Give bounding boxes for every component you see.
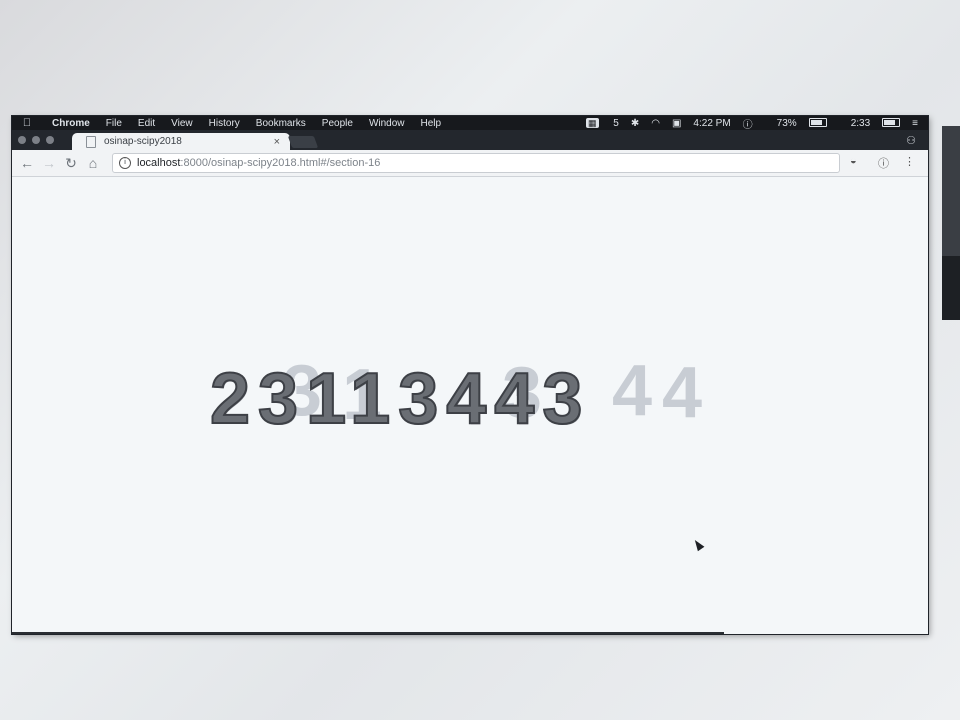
menu-history[interactable]: History <box>209 118 240 129</box>
back-icon[interactable]: ← <box>16 155 38 171</box>
info-extension-icon[interactable]: ⓘ <box>878 155 889 171</box>
notification-count-label: 5 <box>613 117 619 129</box>
side-panel-edge <box>942 126 960 320</box>
menu-edit[interactable]: Edit <box>138 118 155 129</box>
profile-icon[interactable]: ⚇ <box>906 134 916 147</box>
home-icon[interactable]: ⌂ <box>82 155 104 171</box>
extension-icon[interactable]: ◒ <box>850 155 857 167</box>
calendar-icon: ▦ <box>585 117 599 128</box>
browser-window:  Chrome File Edit View History Bookmark… <box>12 116 928 634</box>
page-icon <box>86 135 96 148</box>
tab-osinap-scipy2018[interactable]: osinap-scipy2018 × <box>72 133 290 150</box>
status-area: ▦ 5 ✱ ◠ ▣ 4:22 PM ⓘ 73% 2:33 ≡ <box>562 116 928 131</box>
timer-battery-icon <box>882 118 901 128</box>
ghost-digit-4: 4 <box>612 351 653 431</box>
reload-icon[interactable]: ↻ <box>60 155 82 172</box>
digit-sequence: 3 1 3 4 4 23113443 <box>202 355 742 453</box>
site-info-icon[interactable]: i <box>119 157 131 169</box>
menu-app-chrome[interactable]: Chrome <box>52 118 90 129</box>
mouse-cursor <box>691 537 705 552</box>
macos-menubar:  Chrome File Edit View History Bookmark… <box>12 116 928 131</box>
timer-label: 2:33 <box>850 117 871 129</box>
tab-title: osinap-scipy2018 <box>104 136 182 147</box>
close-window-button[interactable] <box>18 136 26 144</box>
zoom-window-button[interactable] <box>46 136 54 144</box>
minimize-window-button[interactable] <box>32 136 40 144</box>
battery-percent: 73% <box>776 117 797 129</box>
apple-icon[interactable]:  <box>20 117 34 129</box>
chrome-menu-icon[interactable]: ⋮ <box>904 155 915 168</box>
menu-list-icon[interactable]: ≡ <box>912 118 918 129</box>
browser-toolbar: ← → ↻ ⌂ i localhost:8000/osinap-scipy201… <box>12 150 928 177</box>
menu-help[interactable]: Help <box>421 118 442 129</box>
close-tab-icon[interactable]: × <box>274 136 280 148</box>
notification-count[interactable]: ▦ 5 <box>574 117 619 129</box>
timer-status[interactable]: 2:33 <box>839 117 901 129</box>
url-path: :8000/osinap-scipy2018.html#/section-16 <box>180 157 381 169</box>
slide-progress-bar <box>12 632 724 634</box>
digit-string: 23113443 <box>209 359 591 439</box>
battery-icon <box>808 118 827 128</box>
menu-file[interactable]: File <box>106 118 122 129</box>
wifi-icon[interactable]: ◠ <box>651 118 660 129</box>
info-icon[interactable]: ⓘ <box>743 116 753 131</box>
url-host: localhost <box>137 157 181 169</box>
menu-bookmarks[interactable]: Bookmarks <box>256 118 306 129</box>
bluetooth-icon[interactable]: ✱ <box>631 118 639 129</box>
slide-content: 3 1 3 4 4 23113443 ‹ › <box>12 177 928 634</box>
new-tab-button[interactable] <box>287 136 319 148</box>
ghost-digit-5: 4 <box>662 353 703 433</box>
next-slide-arrow[interactable]: › <box>888 632 899 634</box>
previous-slide-arrow[interactable]: ‹ <box>826 632 837 634</box>
window-controls <box>18 136 60 144</box>
menu-view[interactable]: View <box>171 118 193 129</box>
battery-status[interactable]: 73% <box>765 118 827 129</box>
tab-strip: osinap-scipy2018 × ⚇ <box>12 130 928 150</box>
clock-time[interactable]: 4:22 PM <box>693 118 730 129</box>
menu-people[interactable]: People <box>322 118 353 129</box>
address-bar[interactable]: i localhost:8000/osinap-scipy2018.html#/… <box>112 153 840 173</box>
input-source-icon[interactable]: ▣ <box>672 118 681 129</box>
forward-icon[interactable]: → <box>38 155 60 171</box>
menu-window[interactable]: Window <box>369 118 405 129</box>
